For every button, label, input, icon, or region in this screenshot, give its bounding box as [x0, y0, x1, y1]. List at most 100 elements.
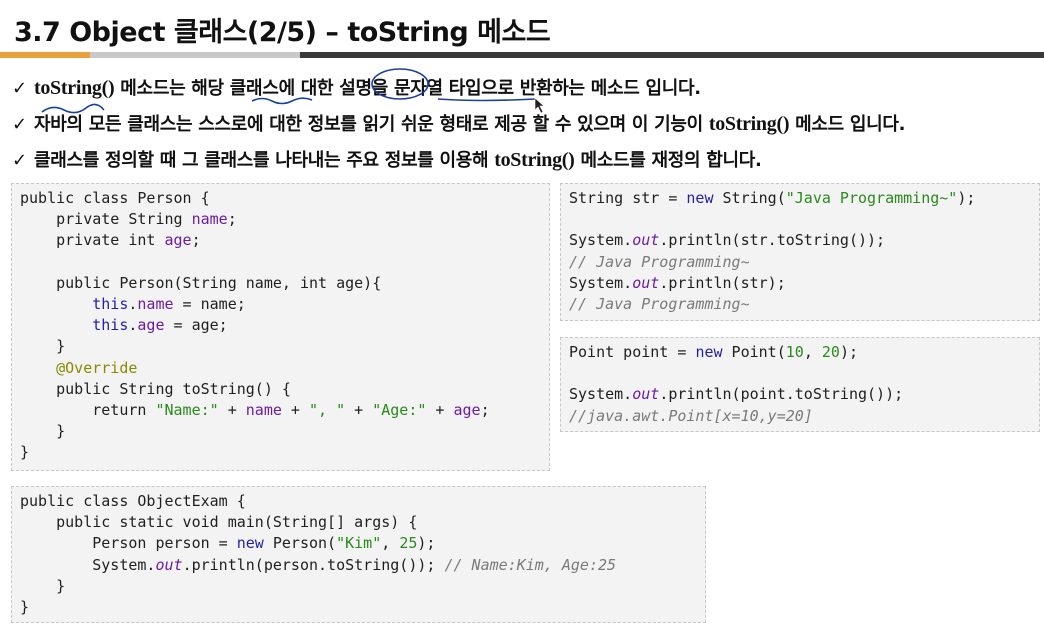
code-token: // Name:Kim, Age:25	[444, 555, 617, 574]
code-line: public class ObjectExam {	[20, 491, 697, 512]
code-token: ,	[803, 343, 822, 361]
code-token: .println(point.toString());	[659, 385, 904, 404]
code-line: //java.awt.Point[x=10,y=20]	[569, 406, 1031, 427]
code-line: System.out.println(point.toString());	[569, 384, 1031, 405]
code-line: this.name = name;	[20, 294, 541, 315]
code-token: name	[191, 210, 228, 229]
code-token: +	[281, 400, 309, 419]
code-token: new	[695, 343, 723, 361]
code-token: name	[137, 294, 174, 313]
code-line: }	[20, 421, 541, 442]
title-bar-accent	[0, 52, 90, 58]
code-token: System.	[569, 385, 633, 404]
code-token: System.	[20, 555, 156, 574]
code-token: "Name:"	[155, 400, 219, 419]
code-token: }	[20, 597, 30, 616]
code-token: age	[137, 316, 165, 335]
code-line: // Java Programming~	[569, 252, 1031, 273]
code-token: );	[957, 189, 976, 207]
code-token: public String toString() {	[20, 379, 291, 398]
code-token: +	[218, 400, 246, 419]
code-line: private int age;	[20, 230, 541, 251]
bullet-text: toString()	[34, 77, 115, 99]
code-token: Person(	[263, 534, 337, 553]
check-icon: ✓	[12, 150, 27, 171]
code-token: new	[686, 189, 714, 207]
code-token: }	[20, 337, 66, 356]
code-token: 25	[399, 534, 418, 553]
code-line: }	[20, 597, 697, 618]
code-token: }	[20, 422, 66, 441]
bullet-item: ✓ 자바의 모든 클래스는 스스로에 대한 정보를 읽기 쉬운 형태로 제공 할 …	[12, 106, 1032, 142]
bullet-text: 메소드 입니다.	[789, 114, 906, 135]
code-token: Point point =	[569, 343, 696, 361]
code-line: Point point = new Point(10, 20);	[569, 342, 1031, 363]
code-line: return "Name:" + name + ", " + "Age:" + …	[20, 400, 541, 421]
code-token: out	[632, 385, 660, 404]
bullet-text: 자바의 모든 클래스는 스스로에 대한 정보를 읽기 쉬운 형태로 제공 할 수…	[34, 114, 709, 135]
code-token: 20	[821, 343, 840, 361]
code-line: System.out.println(str.toString());	[569, 230, 1031, 251]
code-line: public Person(String name, int age){	[20, 273, 541, 294]
code-line: Person person = new Person("Kim", 25);	[20, 533, 697, 554]
title-underline-bar	[0, 52, 1044, 58]
title-bar-dark	[300, 52, 1044, 58]
code-line: @Override	[20, 358, 541, 379]
code-token: "Kim"	[336, 534, 382, 553]
code-block-string-demo: String str = new String("Java Programmin…	[560, 183, 1040, 321]
check-icon: ✓	[12, 114, 27, 135]
code-line: public static void main(String[] args) {	[20, 512, 697, 533]
bullet-item: ✓ 클래스를 정의할 때 그 클래스를 나타내는 주요 정보를 이용해 toStr…	[12, 142, 1032, 178]
code-token: private String	[20, 210, 192, 229]
slide-title: 3.7 Object 클래스(2/5) – toString 메소드	[14, 17, 551, 48]
code-token: = name;	[173, 294, 246, 313]
bullet-list: ✓ toString() 메소드는 해당 클래스에 대한 설명을 문자열 타입으로…	[12, 70, 1032, 178]
code-line: }	[20, 336, 541, 357]
code-block-point-demo: Point point = new Point(10, 20); System.…	[560, 337, 1040, 432]
code-token: name	[245, 400, 282, 419]
code-token: = age;	[164, 316, 228, 335]
code-token: out	[155, 555, 183, 574]
code-line: private String name;	[20, 209, 541, 230]
code-token: out	[632, 231, 660, 250]
code-token: );	[839, 343, 858, 361]
bullet-item: ✓ toString() 메소드는 해당 클래스에 대한 설명을 문자열 타입으로…	[12, 70, 1032, 106]
code-line: String str = new String("Java Programmin…	[569, 188, 1031, 209]
code-token: ", "	[309, 400, 346, 419]
bullet-text: toString()	[494, 149, 575, 171]
bullet-text: toString()	[708, 113, 790, 135]
bullet-text: 클래스를 정의할 때 그 클래스를 나타내는 주요 정보를 이용해	[34, 150, 495, 171]
code-token: this	[20, 294, 129, 313]
code-token: "Java Programming~"	[785, 189, 958, 207]
code-token: }	[20, 443, 30, 462]
code-line: }	[20, 442, 541, 463]
code-line: // Java Programming~	[569, 294, 1031, 315]
code-token: ,	[381, 534, 400, 553]
code-token: .println(str.toString());	[659, 231, 886, 250]
code-token: Person person =	[20, 534, 237, 553]
title-bar-light	[90, 52, 300, 58]
code-token: ;	[227, 210, 237, 229]
code-token: ;	[480, 400, 490, 419]
code-token: .println(person.toString());	[182, 555, 445, 574]
code-token: }	[20, 576, 66, 595]
code-token: .println(str);	[659, 273, 786, 292]
code-token: // Java Programming~	[569, 252, 750, 271]
code-token: String(	[713, 189, 786, 207]
code-token: +	[345, 400, 373, 419]
code-token: String str =	[569, 189, 687, 207]
code-token: );	[417, 534, 436, 553]
code-block-person-class: public class Person { private String nam…	[11, 183, 550, 471]
code-token: System.	[569, 231, 633, 250]
code-token: return	[20, 400, 156, 419]
code-token: out	[632, 273, 660, 292]
code-token: //java.awt.Point[x=10,y=20]	[569, 406, 813, 425]
code-token: System.	[569, 273, 633, 292]
code-token: +	[426, 400, 454, 419]
code-token: age	[164, 231, 192, 250]
code-line: public class Person {	[20, 188, 541, 209]
code-token: "Age:"	[372, 400, 427, 419]
